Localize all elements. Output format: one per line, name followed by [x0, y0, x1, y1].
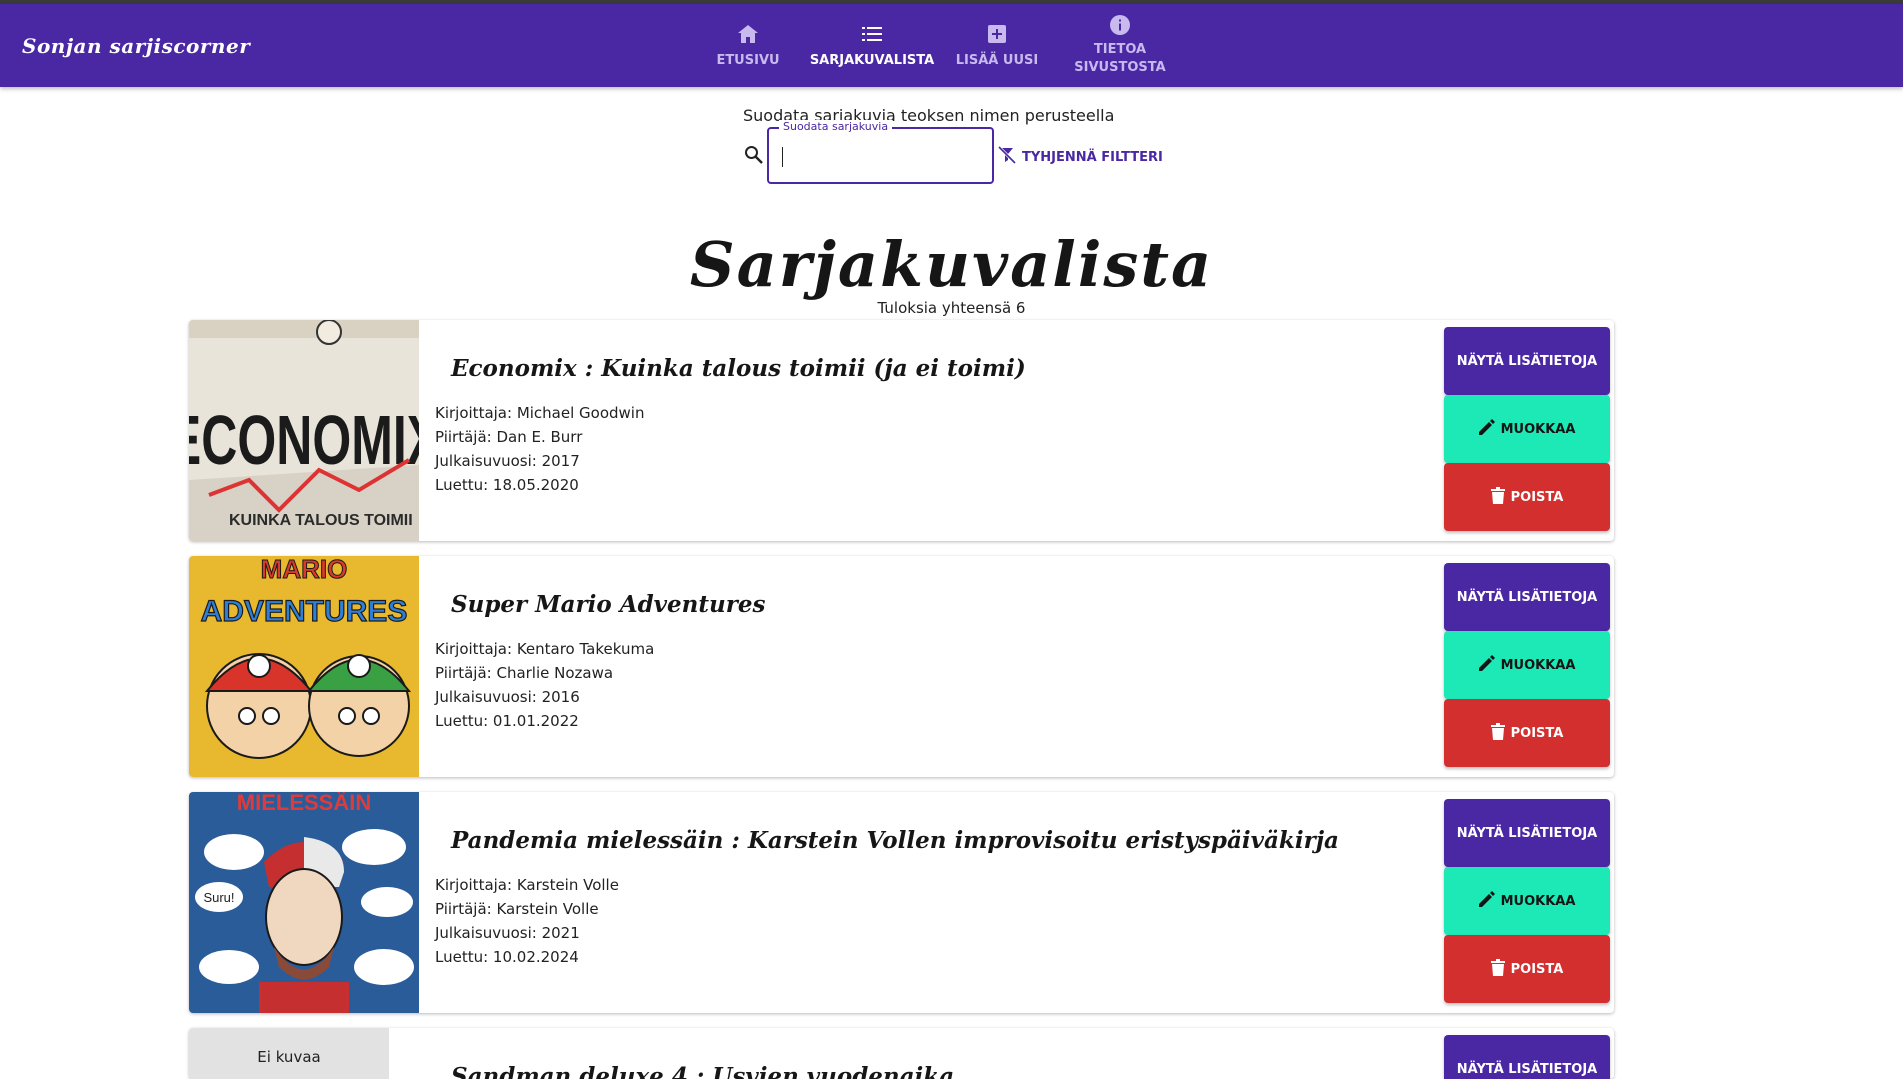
no-image-label: Ei kuvaa — [257, 1048, 321, 1066]
comic-writer: Kirjoittaja: Michael Goodwin — [435, 404, 645, 422]
info-icon — [1110, 14, 1130, 36]
filter-input[interactable] — [781, 143, 981, 169]
comic-read-date: Luettu: 01.01.2022 — [435, 712, 579, 730]
home-icon — [738, 23, 758, 45]
comic-writer: Kirjoittaja: Kentaro Takekuma — [435, 640, 655, 658]
trash-icon — [1490, 486, 1505, 508]
comic-title: Economix : Kuinka talous toimii (ja ei t… — [451, 355, 1026, 382]
nav-sarjakuvalista[interactable]: SARJAKUVALISTA — [809, 4, 935, 87]
edit-label: MUOKKAA — [1500, 893, 1576, 909]
filter-field[interactable]: Suodata sarjakuvia — [767, 120, 994, 184]
no-image-placeholder: Ei kuvaa — [189, 1028, 389, 1079]
nav-label-line1: TIETOA — [1093, 42, 1147, 57]
nav-label: LISÄÄ UUSI — [955, 53, 1039, 68]
clear-filter-label: TYHJENNÄ FILTTERI — [1022, 149, 1163, 165]
page-title: Sarjakuvalista — [689, 228, 1214, 301]
delete-button[interactable]: POISTA — [1444, 935, 1610, 1003]
delete-label: POISTA — [1510, 725, 1564, 741]
comic-card: ECONOMIX KUINKA TALOUS TOIMII Economix :… — [189, 320, 1614, 541]
comic-year: Julkaisuvuosi: 2016 — [435, 688, 580, 706]
nav-label-line2: SIVUSTOSTA — [1074, 60, 1166, 75]
comic-title: Super Mario Adventures — [451, 591, 766, 618]
search-icon — [744, 145, 764, 169]
show-details-label: NÄYTÄ LISÄTIETOJA — [1456, 589, 1598, 605]
cover-subtitle-text: Suru! — [203, 890, 234, 905]
show-details-label: NÄYTÄ LISÄTIETOJA — [1456, 1061, 1598, 1077]
delete-label: POISTA — [1510, 961, 1564, 977]
comic-year: Julkaisuvuosi: 2017 — [435, 452, 580, 470]
nav-etusivu[interactable]: ETUSIVU — [708, 4, 788, 87]
edit-label: MUOKKAA — [1500, 421, 1576, 437]
show-details-button[interactable]: NÄYTÄ LISÄTIETOJA — [1444, 563, 1610, 631]
trash-icon — [1490, 722, 1505, 744]
comic-card: Ei kuvaa Sandman deluxe 4 : Usvien vuode… — [189, 1028, 1614, 1079]
cover-image: MIELESSÄIN Suru! — [189, 792, 419, 1013]
filter-off-icon — [997, 145, 1017, 168]
cover-image: MARIO ADVENTURES — [189, 556, 419, 777]
comic-title: Sandman deluxe 4 : Usvien vuodenaika — [451, 1063, 955, 1079]
app-title[interactable]: Sonjan sarjiscorner — [22, 34, 250, 58]
show-details-label: NÄYTÄ LISÄTIETOJA — [1456, 825, 1598, 841]
comic-year: Julkaisuvuosi: 2021 — [435, 924, 580, 942]
comic-meta: Kirjoittaja: Karstein Volle Piirtäjä: Ka… — [435, 873, 619, 969]
edit-label: MUOKKAA — [1500, 657, 1576, 673]
app-bar: Sonjan sarjiscorner ETUSIVU SARJAKUVALIS… — [0, 4, 1903, 87]
show-details-button[interactable]: NÄYTÄ LISÄTIETOJA — [1444, 799, 1610, 867]
cover-title-text: MIELESSÄIN — [237, 792, 371, 815]
trash-icon — [1490, 958, 1505, 980]
add-box-icon — [988, 23, 1006, 45]
comic-read-date: Luettu: 18.05.2020 — [435, 476, 579, 494]
show-details-label: NÄYTÄ LISÄTIETOJA — [1456, 353, 1598, 369]
edit-button[interactable]: MUOKKAA — [1444, 395, 1610, 463]
comic-meta: Kirjoittaja: Michael Goodwin Piirtäjä: D… — [435, 401, 644, 497]
comic-artist: Piirtäjä: Charlie Nozawa — [435, 664, 614, 682]
comic-card: MARIO ADVENTURES Super Mario Adventures … — [189, 556, 1614, 777]
nav-lisaa-uusi[interactable]: LISÄÄ UUSI — [952, 4, 1042, 87]
card-actions: NÄYTÄ LISÄTIETOJA MUOKKAA POISTA — [1444, 327, 1610, 531]
card-actions: NÄYTÄ LISÄTIETOJA MUOKKAA POISTA — [1444, 799, 1610, 1003]
nav-tietoa-sivustosta[interactable]: TIETOA SIVUSTOSTA — [1070, 4, 1170, 87]
clear-filter-button[interactable]: TYHJENNÄ FILTTERI — [997, 145, 1163, 168]
comic-title: Pandemia mielessäin : Karstein Vollen im… — [451, 827, 1339, 854]
cover-image: ECONOMIX KUINKA TALOUS TOIMII — [189, 320, 419, 541]
delete-button[interactable]: POISTA — [1444, 699, 1610, 767]
pencil-icon — [1478, 419, 1495, 439]
cover-title-text: ADVENTURES — [201, 595, 408, 628]
nav-label: SARJAKUVALISTA — [809, 53, 935, 68]
comic-artist: Piirtäjä: Dan E. Burr — [435, 428, 583, 446]
list-icon — [862, 23, 882, 45]
show-details-button[interactable]: NÄYTÄ LISÄTIETOJA — [1444, 1035, 1610, 1079]
results-count: Tuloksia yhteensä 6 — [877, 299, 1026, 317]
comic-writer: Kirjoittaja: Karstein Volle — [435, 876, 619, 894]
show-details-button[interactable]: NÄYTÄ LISÄTIETOJA — [1444, 327, 1610, 395]
delete-button[interactable]: POISTA — [1444, 463, 1610, 531]
comic-read-date: Luettu: 10.02.2024 — [435, 948, 579, 966]
comic-meta: Kirjoittaja: Kentaro Takekuma Piirtäjä: … — [435, 637, 654, 733]
edit-button[interactable]: MUOKKAA — [1444, 867, 1610, 935]
pencil-icon — [1478, 891, 1495, 911]
comic-card: MIELESSÄIN Suru! Pandemia mielessäin : K… — [189, 792, 1614, 1013]
filter-field-label: Suodata sarjakuvia — [779, 120, 893, 134]
pencil-icon — [1478, 655, 1495, 675]
comic-artist: Piirtäjä: Karstein Volle — [435, 900, 599, 918]
edit-button[interactable]: MUOKKAA — [1444, 631, 1610, 699]
cover-subtitle-text: MARIO — [261, 556, 348, 584]
nav-label: ETUSIVU — [716, 53, 780, 68]
delete-label: POISTA — [1510, 489, 1564, 505]
card-actions: NÄYTÄ LISÄTIETOJA — [1444, 1035, 1610, 1079]
text-caret — [782, 147, 783, 167]
card-actions: NÄYTÄ LISÄTIETOJA MUOKKAA POISTA — [1444, 563, 1610, 767]
cover-subtitle-text: KUINKA TALOUS TOIMII — [229, 512, 413, 529]
